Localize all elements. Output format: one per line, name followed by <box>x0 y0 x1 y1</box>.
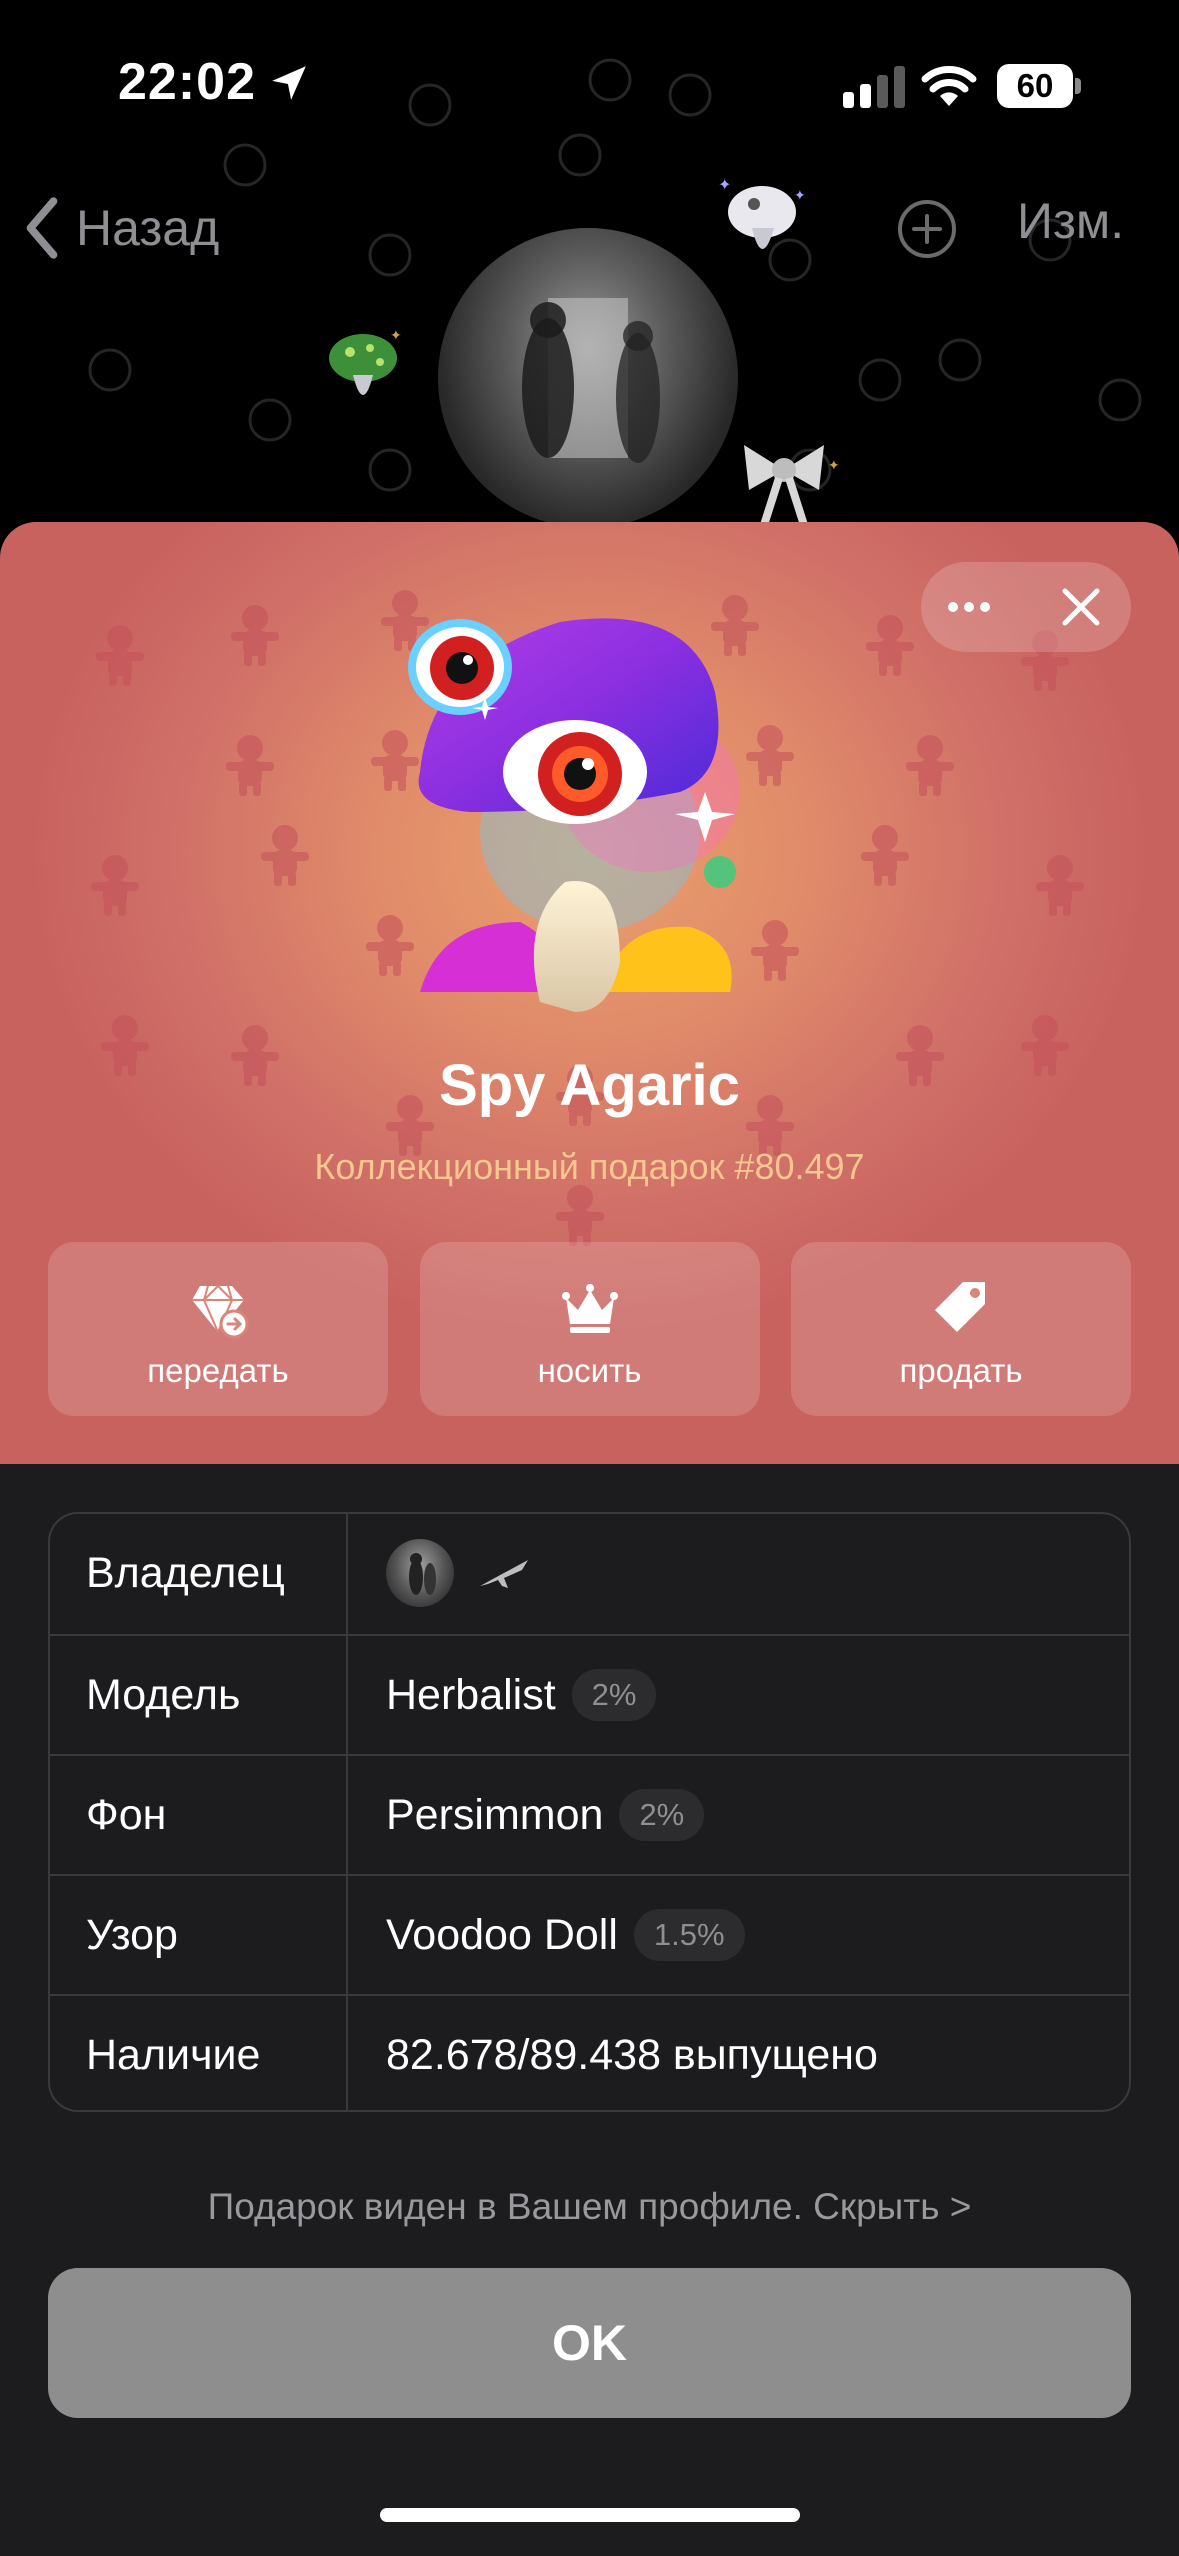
sheet-controls <box>921 562 1131 652</box>
gift-subtitle: Коллекционный подарок #80.497 <box>314 1146 865 1187</box>
table-row-model[interactable]: Модель Herbalist 2% <box>50 1634 1129 1754</box>
availability-value: 82.678/89.438 выпущено <box>386 2030 878 2079</box>
symbol-rarity-badge: 1.5% <box>633 1909 745 1961</box>
gift-info-table: Владелец Модель Herbalist 2% Фон Persimm… <box>48 1512 1131 2112</box>
backdrop-key: Фон <box>86 1791 167 1839</box>
symbol-value[interactable]: Voodoo Doll <box>386 1911 618 1960</box>
wear-button[interactable]: носить <box>419 1242 760 1416</box>
availability-value-wrap: 82.678/89.438 выпущено <box>386 1996 878 2110</box>
bow-sticker-icon: ✦ <box>744 445 840 527</box>
owner-avatar[interactable] <box>386 1539 454 1607</box>
status-time: 22:02 <box>118 53 256 111</box>
backdrop-rarity-badge: 2% <box>619 1789 705 1841</box>
table-row-owner[interactable]: Владелец <box>50 1514 1129 1634</box>
more-options-icon[interactable] <box>939 577 999 637</box>
owner-key: Владелец <box>86 1549 285 1597</box>
table-row-availability: Наличие 82.678/89.438 выпущено <box>50 1994 1129 2110</box>
transfer-button[interactable]: передать <box>48 1242 388 1416</box>
profile-avatar[interactable] <box>438 228 738 528</box>
ok-label: OK <box>552 2315 627 2371</box>
sell-button[interactable]: продать <box>791 1242 1131 1416</box>
battery-level: 60 <box>1016 67 1054 104</box>
profile-header: 22:02 60 Назад Изм. ✦ ✦ ✦ ✦ <box>0 0 1179 560</box>
svg-text:✦: ✦ <box>794 188 806 204</box>
svg-text:✦: ✦ <box>828 458 840 474</box>
cellular-signal-icon <box>843 66 905 108</box>
sell-label: продать <box>899 1352 1023 1389</box>
close-icon[interactable] <box>1051 577 1111 637</box>
gem-transfer-icon <box>192 1285 249 1339</box>
model-value-wrap[interactable]: Herbalist 2% <box>386 1636 657 1754</box>
wear-label: носить <box>537 1352 642 1389</box>
battery-icon: 60 <box>997 64 1081 108</box>
status-bar: 22:02 60 <box>0 0 1179 175</box>
visibility-hide-link[interactable]: Подарок виден в Вашем профиле. Скрыть > <box>0 2186 1179 2228</box>
wifi-icon <box>921 66 977 106</box>
gift-backdrop: Spy Agaric Коллекционный подарок #80.497… <box>0 522 1179 1464</box>
spy-agaric-mushroom-icon <box>408 618 740 1012</box>
back-button[interactable]: Назад <box>20 188 219 268</box>
backdrop-value-wrap[interactable]: Persimmon 2% <box>386 1756 705 1874</box>
model-key: Модель <box>86 1671 241 1719</box>
availability-key: Наличие <box>86 2031 261 2079</box>
home-indicator[interactable] <box>380 2508 800 2522</box>
location-arrow-icon <box>272 66 306 100</box>
symbol-key: Узор <box>86 1911 178 1959</box>
mushroom-sticker-icon: ✦ <box>329 328 402 395</box>
mushroom-sticker-icon: ✦ ✦ <box>718 175 806 249</box>
edit-button[interactable]: Изм. <box>1017 192 1124 250</box>
transfer-label: передать <box>147 1352 289 1389</box>
ok-button[interactable]: OK <box>48 2268 1131 2418</box>
gift-sheet: Spy Agaric Коллекционный подарок #80.497… <box>0 522 1179 2556</box>
gift-actions: передать носить продать <box>48 1242 1131 1416</box>
svg-text:✦: ✦ <box>390 328 402 344</box>
add-gift-icon[interactable] <box>896 198 958 260</box>
model-value[interactable]: Herbalist <box>386 1671 556 1720</box>
airplane-icon <box>480 1560 528 1588</box>
symbol-value-wrap[interactable]: Voodoo Doll 1.5% <box>386 1876 745 1994</box>
svg-text:✦: ✦ <box>718 175 731 194</box>
chevron-left-icon <box>26 197 58 259</box>
model-rarity-badge: 2% <box>571 1669 657 1721</box>
owner-value[interactable] <box>386 1514 534 1632</box>
table-row-backdrop[interactable]: Фон Persimmon 2% <box>50 1754 1129 1874</box>
backdrop-value[interactable]: Persimmon <box>386 1791 603 1840</box>
table-row-symbol[interactable]: Узор Voodoo Doll 1.5% <box>50 1874 1129 1994</box>
back-label: Назад <box>76 200 220 256</box>
crown-icon <box>561 1284 618 1333</box>
price-tag-icon <box>935 1282 985 1332</box>
gift-title: Spy Agaric <box>439 1053 740 1118</box>
